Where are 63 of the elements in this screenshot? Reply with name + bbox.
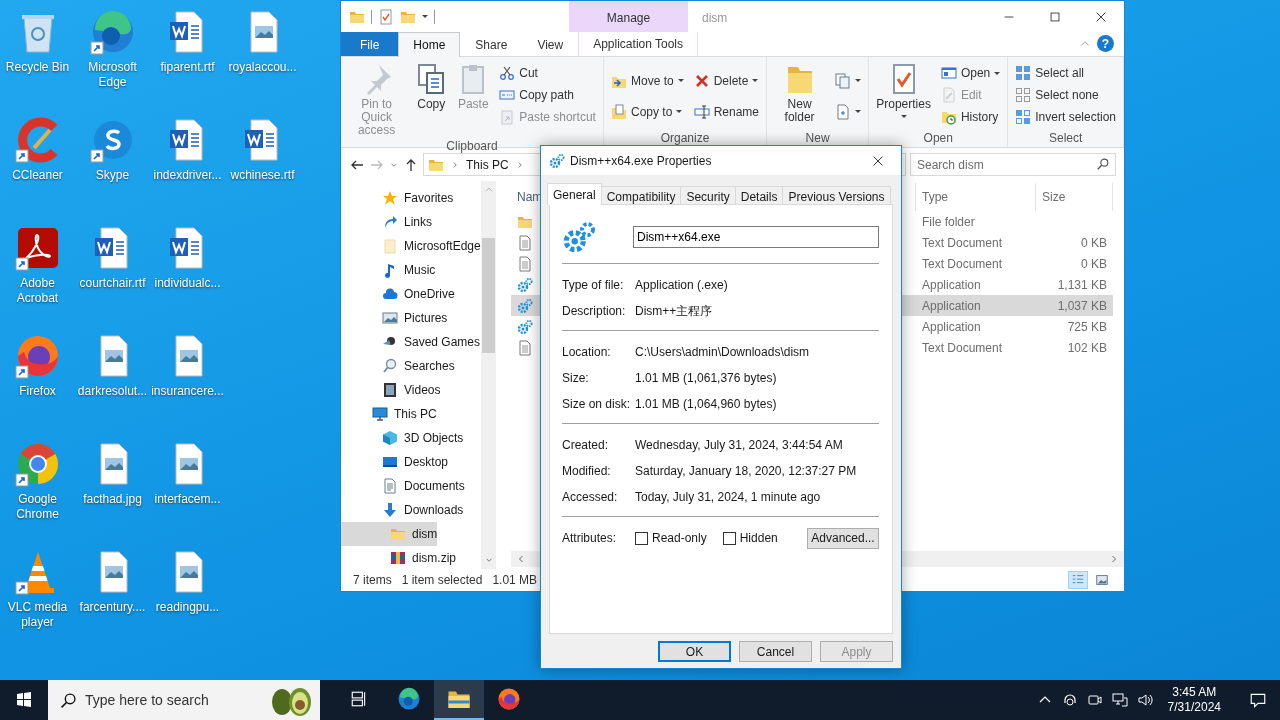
group-label: Clipboard [445, 139, 499, 153]
icon-label: wchinese.rtf [230, 168, 295, 183]
icon-label: royalaccou... [228, 60, 297, 75]
property-label: Created: [562, 437, 610, 454]
table-cell: 0 KB [1081, 256, 1107, 271]
property-value: 1.01 MB (1,064,960 bytes) [635, 396, 778, 413]
group-label: Select [1047, 131, 1084, 145]
status-text: 7 items [353, 572, 392, 589]
group-label: New [804, 131, 831, 145]
clock-date: 7/31/2024 [1167, 700, 1221, 715]
icon-label: fiparent.rtf [160, 60, 215, 75]
property-label: Accessed: [562, 489, 619, 506]
icon-label: facthad.jpg [83, 492, 142, 507]
property-value: C:\Users\admin\Downloads\dism [635, 344, 811, 361]
table-cell-text: Text Document [921, 339, 1004, 357]
icon-label: Recycle Bin [5, 60, 70, 75]
property-value: Today, July 31, 2024, 1 minute ago [635, 489, 822, 506]
table-cell: 102 KB [1067, 340, 1107, 355]
icon-label: Adobe Acrobat [15, 276, 60, 306]
table-cell: 725 KB [1067, 319, 1107, 334]
property-label: Attributes: [562, 530, 618, 547]
property-value: Wednesday, July 31, 2024, 3:44:54 AM [635, 437, 844, 454]
group-label: Organize [659, 131, 711, 145]
icon-label: Microsoft Edge [87, 60, 138, 90]
icon-label: indexdriver... [153, 168, 222, 183]
table-cell-text: Text Document [921, 255, 1004, 273]
icon-label: Firefox [19, 384, 56, 399]
group-label: Open [922, 131, 954, 145]
dialog-title: Dism++x64.exe Properties [570, 152, 713, 170]
status-text: 1 item selected [401, 572, 483, 589]
status-text: 1.01 MB [492, 572, 538, 589]
context-tab-header: Manage [569, 1, 688, 32]
property-label: Type of file: [562, 277, 625, 294]
table-cell: 1,131 KB [1057, 277, 1107, 292]
table-cell-text: File folder [921, 213, 976, 231]
icon-label: individualc... [154, 276, 221, 291]
property-value: Saturday, January 18, 2020, 12:37:27 PM [635, 463, 858, 480]
table-cell-text: Application [921, 276, 982, 294]
icon-label: interfacem... [154, 492, 221, 507]
property-label: Size on disk: [562, 396, 632, 413]
property-value: 1.01 MB (1,061,376 bytes) [635, 370, 778, 387]
table-cell-text: Application [921, 318, 982, 336]
property-value: Dism++主程序 [635, 303, 714, 320]
icon-label: farcentury.... [79, 600, 146, 615]
table-cell: 1,037 KB [1057, 298, 1107, 313]
window-title: dism [701, 10, 728, 27]
property-label: Modified: [562, 463, 612, 480]
icon-label: courtchair.rtf [79, 276, 146, 291]
table-cell-text: Application [921, 297, 982, 315]
property-label: Size: [562, 370, 590, 387]
icon-label: Skype [95, 168, 130, 183]
icon-label: VLC media player [6, 600, 69, 630]
table-cell-text: Text Document [921, 234, 1004, 252]
icon-label: darkresolut... [77, 384, 148, 399]
icon-label: insurancere... [151, 384, 224, 399]
property-value: Application (.exe) [635, 277, 729, 294]
clock-time: 3:45 AM [1171, 685, 1218, 700]
icon-label: CCleaner [12, 168, 63, 183]
table-cell: 0 KB [1081, 235, 1107, 250]
property-label: Location: [562, 344, 612, 361]
property-label: Description: [562, 303, 627, 320]
icon-label: Google Chrome [15, 492, 60, 522]
icon-label: readingpu... [155, 600, 220, 615]
